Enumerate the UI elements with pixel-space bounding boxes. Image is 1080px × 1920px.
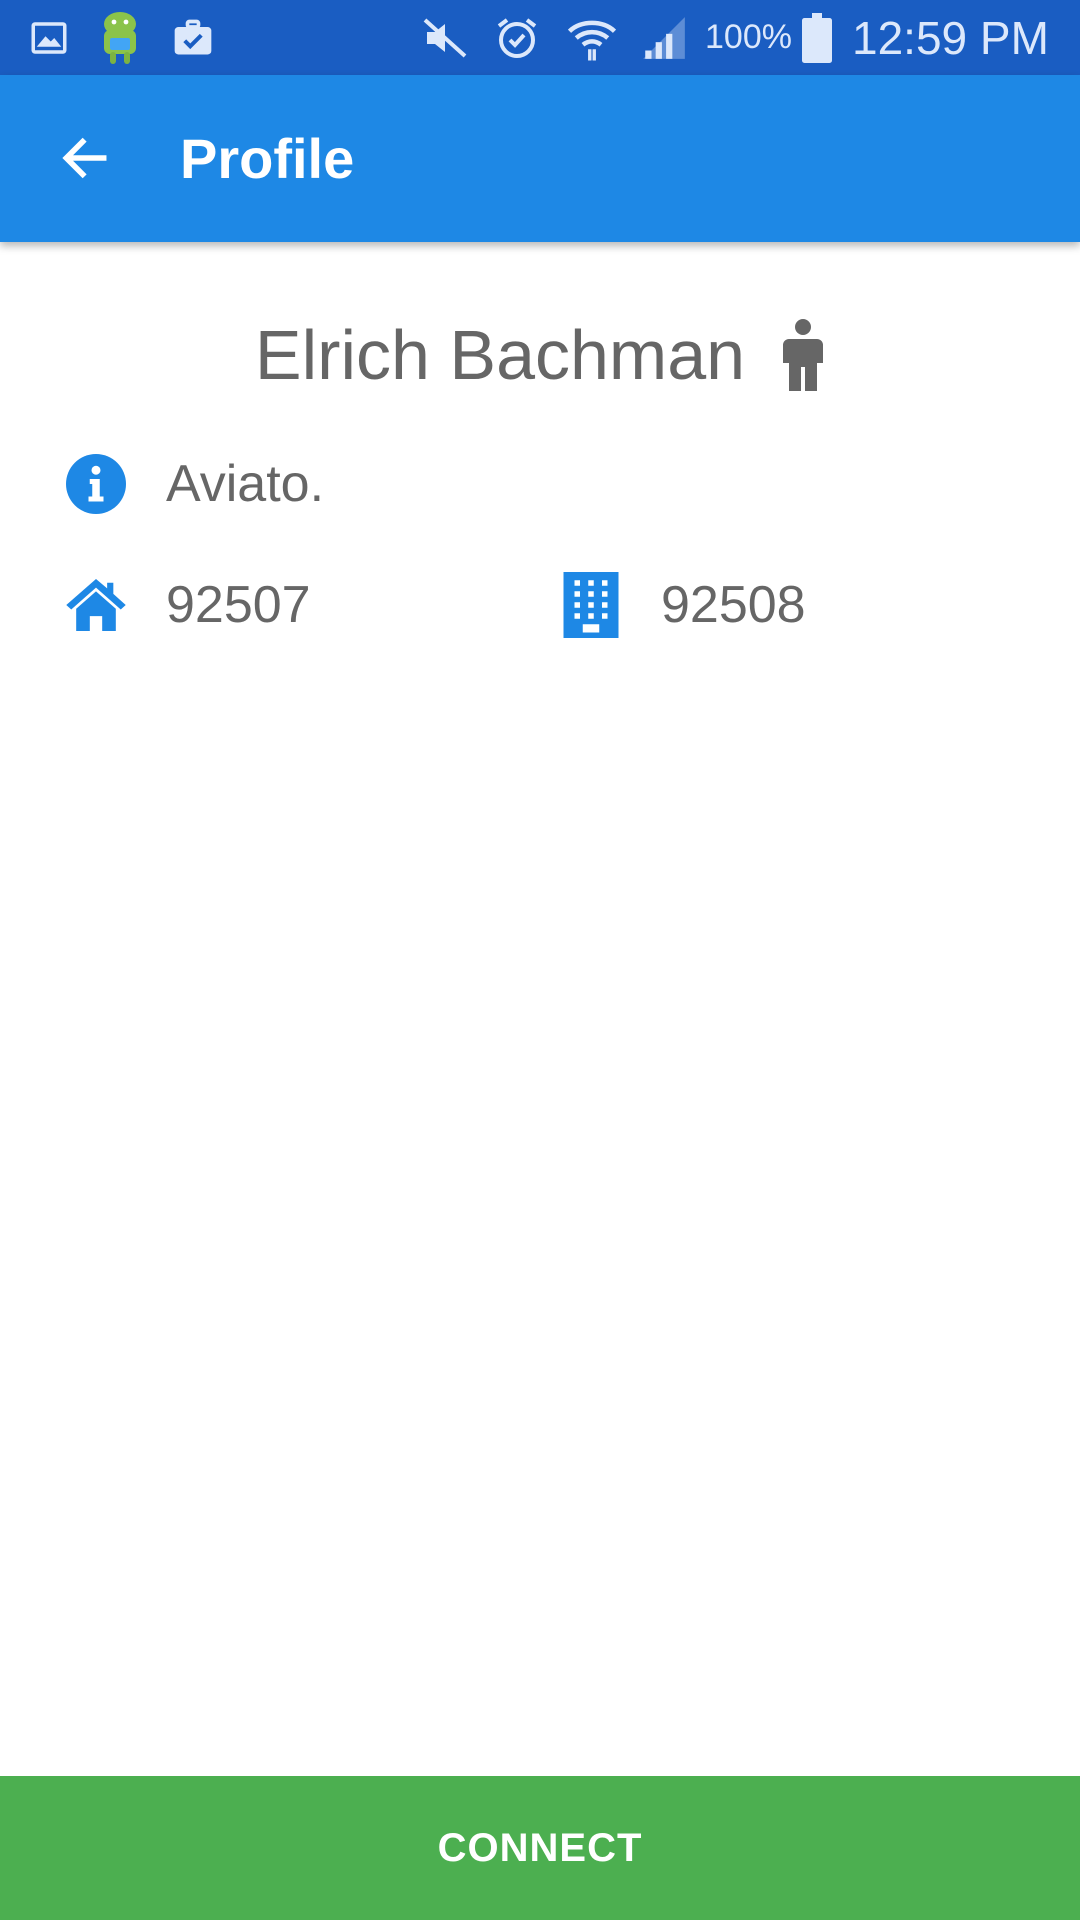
wifi-icon [564, 0, 620, 75]
work-zip-row: 92508 [561, 570, 806, 640]
profile-name: Elrich Bachman [254, 316, 746, 394]
company-name: Aviato. [166, 455, 325, 513]
status-bar: 100% 12:59 PM [0, 0, 1080, 75]
work-zip: 92508 [661, 576, 806, 634]
info-icon [66, 454, 126, 514]
briefcase-check-icon [170, 0, 216, 75]
connect-label: CONNECT [437, 1825, 643, 1870]
connect-button[interactable]: CONNECT [0, 1776, 1080, 1920]
battery-percent: 100% [705, 18, 792, 56]
company-row: Aviato. [66, 449, 324, 519]
home-zip-row: 92507 [66, 570, 311, 640]
page-title: Profile [180, 127, 355, 190]
alarm-icon [492, 0, 542, 75]
home-icon [66, 575, 126, 635]
app-bar: Profile [0, 75, 1080, 242]
back-button[interactable] [40, 115, 130, 205]
building-icon [561, 572, 621, 638]
arrow-back-icon [57, 130, 113, 190]
profile-header: Elrich Bachman [0, 310, 1080, 400]
gallery-icon [26, 0, 72, 75]
signal-icon [636, 0, 692, 75]
battery-icon [800, 0, 834, 75]
male-icon [781, 319, 825, 391]
android-app-icon [92, 0, 148, 75]
home-zip: 92507 [166, 576, 311, 634]
mute-icon [420, 0, 470, 75]
clock: 12:59 PM [852, 11, 1049, 64]
